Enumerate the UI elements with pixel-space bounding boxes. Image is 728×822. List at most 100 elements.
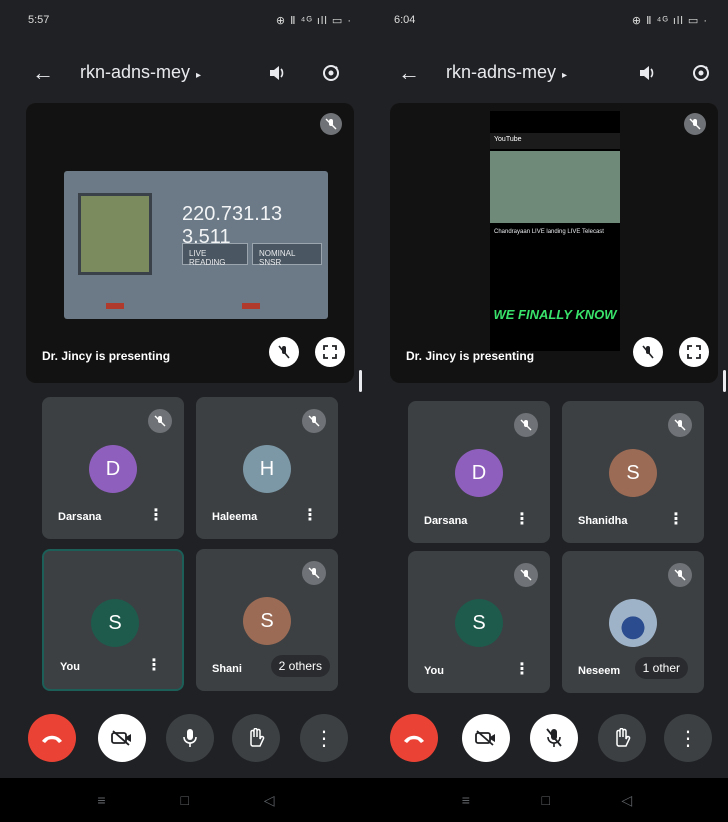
more-vert-icon[interactable]: ⋮: [302, 505, 318, 525]
mic-button[interactable]: [166, 714, 214, 762]
meeting-code[interactable]: rkn-adns-mey ▸: [80, 62, 201, 83]
mic-off-icon: [668, 413, 692, 437]
shared-screen-marker: [242, 303, 260, 309]
presentation-tile[interactable]: YouTube Chandrayaan LIVE landing LIVE Te…: [390, 103, 718, 383]
participant-tile-self[interactable]: S You ⋮: [42, 549, 184, 691]
scroll-indicator[interactable]: [723, 370, 726, 392]
participant-tile[interactable]: H Haleema ⋮: [196, 397, 338, 539]
presentation-tile[interactable]: 220.731.13 3.511 LIVE READING NOMINAL SN…: [26, 103, 354, 383]
avatar: S: [243, 597, 291, 645]
mic-off-icon: [302, 409, 326, 433]
meeting-code-text: rkn-adns-mey: [446, 62, 557, 82]
shared-screen-caption: WE FINALLY KNOW: [493, 307, 617, 322]
scroll-indicator[interactable]: [359, 370, 362, 392]
raise-hand-button[interactable]: [232, 714, 280, 762]
others-count-badge[interactable]: 1 other: [634, 657, 688, 679]
avatar: H: [243, 445, 291, 493]
mute-presentation-button[interactable]: [633, 337, 663, 367]
back-arrow-icon[interactable]: ←: [394, 58, 424, 88]
participant-tile-self[interactable]: S You ⋮: [408, 551, 550, 693]
switch-camera-icon[interactable]: [316, 58, 346, 88]
more-options-button[interactable]: ⋮: [664, 714, 712, 762]
shared-screen: 220.731.13 3.511 LIVE READING NOMINAL SN…: [64, 171, 328, 319]
meet-screen-2: 6:04 ⊕ Ⅱ ⁴ᴳ ıll ▭ · ← rkn-adns-mey ▸ YouT…: [366, 0, 728, 822]
switch-camera-icon[interactable]: [686, 58, 716, 88]
speaker-icon[interactable]: [632, 58, 662, 88]
back-arrow-icon[interactable]: ←: [28, 58, 58, 88]
avatar: D: [89, 445, 137, 493]
meeting-code-text: rkn-adns-mey: [80, 62, 191, 82]
status-time: 6:04: [394, 14, 416, 26]
more-vert-icon: ⋮: [314, 727, 334, 750]
participant-tile[interactable]: D Darsana ⋮: [408, 401, 550, 543]
participant-name: You: [60, 661, 80, 673]
back-nav-icon[interactable]: ◁: [264, 792, 275, 809]
presenting-label: Dr. Jincy is presenting: [406, 349, 535, 363]
presenting-label: Dr. Jincy is presenting: [42, 349, 171, 363]
participant-name: Haleema: [212, 511, 258, 523]
avatar: S: [91, 599, 139, 647]
avatar: S: [455, 599, 503, 647]
mic-off-icon: [684, 113, 706, 135]
back-nav-icon[interactable]: ◁: [621, 792, 632, 809]
mic-off-icon: [320, 113, 342, 135]
fullscreen-button[interactable]: [315, 337, 345, 367]
more-options-button[interactable]: ⋮: [300, 714, 348, 762]
mic-off-icon: [302, 561, 326, 585]
status-time: 5:57: [28, 14, 50, 26]
status-icons: ⊕ Ⅱ ⁴ᴳ ıll ▭ ·: [631, 15, 708, 27]
fullscreen-button[interactable]: [679, 337, 709, 367]
end-call-button[interactable]: [28, 714, 76, 762]
recent-apps-icon[interactable]: ≡: [97, 792, 105, 808]
participant-name: You: [424, 665, 444, 677]
participant-name: Shanidha: [578, 515, 628, 527]
call-controls: ⋮: [366, 714, 728, 770]
recent-apps-icon[interactable]: ≡: [462, 792, 470, 808]
avatar: D: [455, 449, 503, 497]
participant-name: Darsana: [58, 511, 102, 523]
participant-tile[interactable]: S Shani 2 others: [196, 549, 338, 691]
more-vert-icon: ⋮: [678, 727, 698, 750]
more-vert-icon[interactable]: ⋮: [668, 509, 684, 529]
mic-off-icon: [514, 563, 538, 587]
participant-name: Darsana: [424, 515, 468, 527]
app-bar: ← rkn-adns-mey ▸: [0, 52, 372, 96]
participant-name: Shani: [212, 663, 242, 675]
status-bar: 6:04 ⊕ Ⅱ ⁴ᴳ ıll ▭ ·: [366, 0, 728, 52]
camera-off-button[interactable]: [462, 714, 510, 762]
shared-screen-marker: [106, 303, 124, 309]
participant-name: Neseem: [578, 665, 621, 677]
meet-screen-1: 5:57 ⊕ Ⅱ ⁴ᴳ ıll ▭ · ← rkn-adns-mey ▸ 220.…: [0, 0, 372, 822]
chevron-right-icon: ▸: [562, 70, 568, 81]
participant-tile[interactable]: Neseem 1 other: [562, 551, 704, 693]
shared-screen-map: [78, 193, 152, 275]
mute-presentation-button[interactable]: [269, 337, 299, 367]
speaker-icon[interactable]: [262, 58, 292, 88]
app-bar: ← rkn-adns-mey ▸: [366, 52, 728, 96]
call-controls: ⋮: [0, 714, 372, 770]
more-vert-icon[interactable]: ⋮: [146, 655, 162, 675]
mic-off-button[interactable]: [530, 714, 578, 762]
raise-hand-button[interactable]: [598, 714, 646, 762]
more-vert-icon[interactable]: ⋮: [148, 505, 164, 525]
mic-off-icon: [668, 563, 692, 587]
end-call-button[interactable]: [390, 714, 438, 762]
mic-off-icon: [514, 413, 538, 437]
home-icon[interactable]: □: [541, 792, 549, 808]
avatar-photo: [609, 599, 657, 647]
shared-screen: YouTube Chandrayaan LIVE landing LIVE Te…: [490, 111, 620, 351]
youtube-bar: YouTube: [490, 133, 620, 149]
home-icon[interactable]: □: [180, 792, 188, 808]
status-icons: ⊕ Ⅱ ⁴ᴳ ıll ▭ ·: [275, 15, 352, 27]
more-vert-icon[interactable]: ⋮: [514, 659, 530, 679]
mic-off-icon: [148, 409, 172, 433]
youtube-video-title: Chandrayaan LIVE landing LIVE Telecast: [494, 229, 604, 235]
more-vert-icon[interactable]: ⋮: [514, 509, 530, 529]
camera-off-button[interactable]: [98, 714, 146, 762]
participant-tile[interactable]: S Shanidha ⋮: [562, 401, 704, 543]
participant-tile[interactable]: D Darsana ⋮: [42, 397, 184, 539]
system-nav-bar: ≡ □ ◁: [0, 778, 372, 822]
status-bar: 5:57 ⊕ Ⅱ ⁴ᴳ ıll ▭ ·: [0, 0, 372, 52]
others-count-badge[interactable]: 2 others: [270, 655, 330, 677]
meeting-code[interactable]: rkn-adns-mey ▸: [446, 62, 567, 83]
